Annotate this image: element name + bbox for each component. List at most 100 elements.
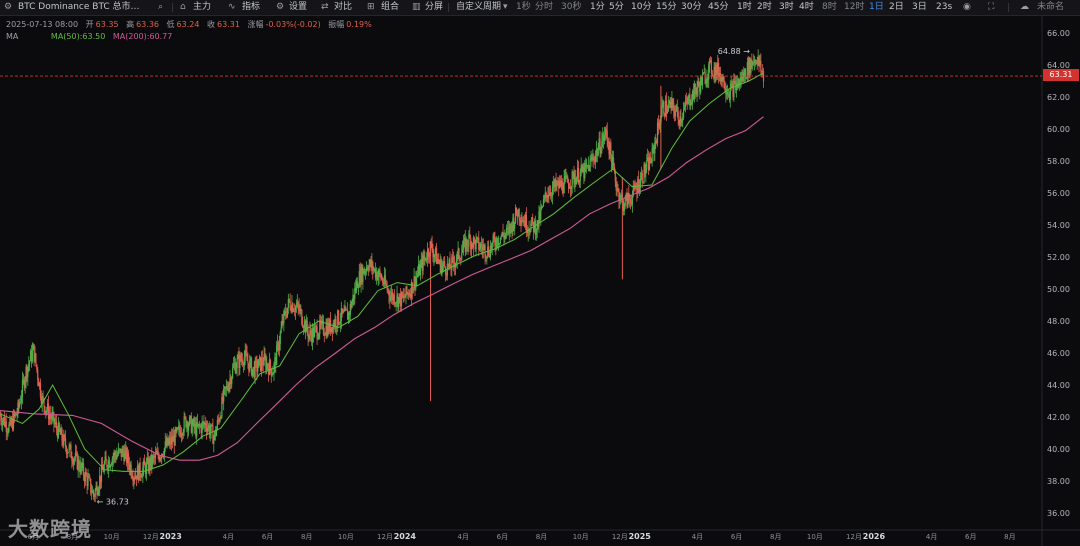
candle-body — [576, 177, 578, 185]
candle-body — [35, 353, 37, 365]
candle-body — [37, 369, 39, 380]
unnamed-layout-button[interactable]: 未命名 — [1037, 0, 1064, 15]
candle-body — [518, 209, 520, 220]
settings-gear-icon[interactable]: ⚙ — [4, 0, 12, 15]
candle-body — [482, 246, 484, 251]
candle-body — [667, 104, 669, 111]
candle-body — [85, 472, 87, 477]
candle-body — [131, 475, 133, 478]
candle-body — [288, 299, 290, 301]
candle-body — [373, 269, 375, 271]
candle-body — [351, 301, 353, 308]
x-tick-label: 2026 — [863, 532, 886, 541]
price-chart[interactable]: 36.00 38.00 40.00 42.00 44.00 46.00 48.00 50.00… — [0, 16, 1080, 546]
interval-18[interactable]: 23s — [936, 0, 952, 15]
watermark-text: 大数跨境 — [8, 517, 92, 541]
candle-body — [168, 441, 170, 445]
candle-body — [384, 275, 386, 284]
candle-body — [579, 171, 581, 182]
interval-3[interactable]: 1分 — [590, 0, 605, 15]
split-screen-button[interactable]: 分屏 — [425, 0, 443, 15]
candle-body — [300, 308, 302, 310]
candle-body — [462, 248, 464, 253]
candle-body — [316, 326, 318, 339]
candle-body — [278, 343, 280, 351]
candle-body — [317, 337, 319, 339]
symbol-name[interactable]: BTC Dominance BTC 总市… — [18, 0, 140, 15]
candle-body — [638, 187, 641, 192]
candle-body — [673, 102, 675, 111]
indicators-button[interactable]: 指标 — [242, 0, 260, 15]
candle-body — [612, 157, 615, 167]
candle-body — [687, 97, 689, 104]
interval-12[interactable]: 4时 — [799, 0, 814, 15]
candle-body — [594, 154, 597, 162]
split-screen-icon: ▥ — [412, 2, 421, 12]
candle-body — [16, 414, 18, 416]
y-tick-label: 56.00 — [1047, 189, 1070, 198]
interval-10[interactable]: 2时 — [757, 0, 772, 15]
interval-9[interactable]: 1时 — [737, 0, 752, 15]
candle-body — [535, 231, 537, 235]
interval-17[interactable]: 3日 — [912, 0, 927, 15]
candle-body — [398, 297, 400, 307]
interval-6[interactable]: 15分 — [656, 0, 676, 15]
watermark-logo: 大数跨境 — [8, 513, 92, 542]
fullscreen-icon[interactable]: ⛶ — [988, 0, 994, 15]
interval-7[interactable]: 30分 — [681, 0, 701, 15]
candle-body — [231, 377, 233, 385]
indicators-icon: ∿ — [228, 2, 236, 12]
settings-button[interactable]: 设置 — [289, 0, 307, 15]
y-tick-label: 36.00 — [1047, 509, 1070, 518]
candle-body — [31, 349, 33, 362]
interval-13[interactable]: 8时 — [822, 0, 837, 15]
candle-body — [451, 256, 453, 270]
candle-body — [745, 78, 748, 79]
candle-body — [269, 359, 271, 369]
main-force-icon: ⌂ — [180, 2, 186, 12]
candle-body — [425, 257, 427, 261]
candle-body — [188, 425, 190, 431]
candle-body — [261, 357, 263, 365]
interval-0[interactable]: 1秒 — [516, 0, 531, 15]
chevron-down-icon[interactable]: ▾ — [503, 0, 508, 15]
interval-14[interactable]: 12时 — [844, 0, 864, 15]
candle-body — [246, 354, 248, 361]
interval-2[interactable]: 30秒 — [561, 0, 581, 15]
search-icon[interactable]: ⌕ — [158, 0, 163, 15]
interval-1[interactable]: 分时 — [535, 0, 553, 15]
interval-8[interactable]: 45分 — [708, 0, 728, 15]
interval-15[interactable]: 1日 — [869, 0, 884, 15]
candle-body — [58, 422, 60, 431]
candle-body — [103, 463, 105, 472]
candle-body — [646, 160, 648, 170]
candle-body — [19, 402, 21, 407]
candle-body — [366, 267, 368, 270]
candle-body — [462, 240, 465, 249]
candle-body — [689, 94, 691, 106]
candle-body — [437, 258, 439, 262]
interval-16[interactable]: 2日 — [889, 0, 904, 15]
interval-11[interactable]: 3时 — [779, 0, 794, 15]
camera-icon[interactable]: ◉ — [963, 0, 971, 15]
custom-period-button[interactable]: 自定义周期 — [456, 0, 501, 15]
candle-body — [426, 259, 428, 261]
candle-body — [416, 275, 418, 278]
candle-body — [280, 327, 282, 333]
candle-body — [623, 206, 625, 211]
interval-5[interactable]: 10分 — [631, 0, 651, 15]
toolbar-divider — [448, 3, 449, 12]
candle-body — [357, 287, 360, 289]
combo-button[interactable]: 组合 — [381, 0, 399, 15]
main-force-button[interactable]: 主力 — [193, 0, 211, 15]
top-toolbar: ⚙ BTC Dominance BTC 总市… ⌕ ⌂ 主力 ∿ 指标 ⚙ 设置… — [0, 0, 1080, 16]
candle-body — [593, 157, 595, 161]
candle-body — [2, 420, 4, 426]
candle-body — [117, 454, 119, 456]
candle-body — [499, 237, 501, 244]
candle-body — [258, 359, 260, 368]
candle-body — [385, 283, 387, 286]
candle-body — [216, 419, 218, 429]
interval-4[interactable]: 5分 — [609, 0, 624, 15]
compare-button[interactable]: 对比 — [334, 0, 352, 15]
